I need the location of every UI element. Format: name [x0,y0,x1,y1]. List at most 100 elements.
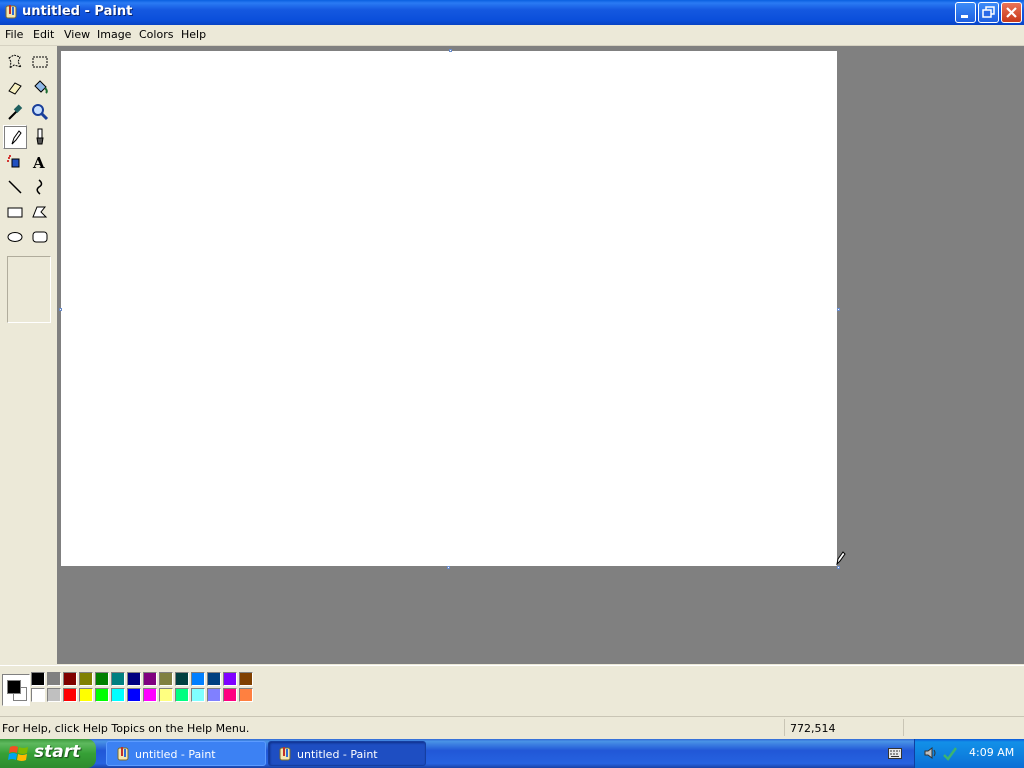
system-tray: 4:09 AM [914,739,1024,768]
menu-edit[interactable]: Edit [33,28,54,41]
tool-pencil[interactable] [3,125,27,149]
taskbar-item-label: untitled - Paint [297,748,378,761]
freeform-select-icon [8,54,23,70]
color-swatch[interactable] [159,688,173,702]
color-swatch[interactable] [79,672,93,686]
color-swatch[interactable] [111,688,125,702]
color-swatch[interactable] [223,672,237,686]
color-swatch[interactable] [63,688,77,702]
color-swatch[interactable] [31,688,45,702]
tool-polygon[interactable] [28,200,52,224]
taskbar-item-paint[interactable]: untitled - Paint [106,741,266,766]
foreground-color [7,680,21,694]
rounded-rect-icon [32,231,48,243]
color-swatch[interactable] [175,688,189,702]
tool-airbrush[interactable] [3,150,27,174]
rectangle-icon [7,207,23,218]
tool-fill-with-color[interactable] [28,75,52,99]
color-swatch[interactable] [143,688,157,702]
color-swatch[interactable] [47,672,61,686]
status-divider [784,719,785,736]
toolbox: A [0,46,56,664]
magnifier-icon [32,104,49,121]
color-swatch[interactable] [207,672,221,686]
tool-text[interactable]: A [28,150,52,174]
pencil-cursor-icon [836,551,846,566]
color-swatch[interactable] [175,672,189,686]
tool-options-box[interactable] [7,256,51,323]
tool-brush[interactable] [28,125,52,149]
tool-rounded-rectangle[interactable] [28,225,52,249]
color-swatch[interactable] [239,688,253,702]
network-icon[interactable] [942,745,958,761]
canvas-resize-handle-corner[interactable] [837,566,840,569]
color-swatch[interactable] [143,672,157,686]
drawing-canvas[interactable] [61,51,837,566]
tool-pick-color[interactable] [3,100,27,124]
canvas-resize-handle-bottom[interactable] [447,566,450,569]
tool-magnifier[interactable] [28,100,52,124]
color-swatch[interactable] [207,688,221,702]
color-swatch[interactable] [79,688,93,702]
tool-select[interactable] [28,50,52,74]
color-swatch[interactable] [111,672,125,686]
tool-eraser[interactable] [3,75,27,99]
menu-image[interactable]: Image [97,28,131,41]
color-swatch[interactable] [127,672,141,686]
restore-icon [982,6,995,18]
eyedropper-icon [8,104,23,120]
restore-button[interactable] [978,2,999,23]
color-swatch[interactable] [31,672,45,686]
fill-bucket-icon [34,80,48,94]
ellipse-icon [7,232,23,242]
tool-rectangle[interactable] [3,200,27,224]
canvas-resize-handle-right[interactable] [837,308,840,311]
color-swatch[interactable] [191,672,205,686]
color-swatch[interactable] [47,688,61,702]
menu-colors[interactable]: Colors [139,28,173,41]
menu-bar: File Edit View Image Colors Help [0,25,1024,46]
color-swatch[interactable] [63,672,77,686]
taskbar: start untitled - Paint untitled - Paint … [0,739,1024,768]
polygon-icon [32,206,48,218]
volume-icon[interactable] [923,745,939,761]
color-swatch[interactable] [239,672,253,686]
color-swatch[interactable] [223,688,237,702]
tool-free-form-select[interactable] [3,50,27,74]
menu-file[interactable]: File [5,28,23,41]
status-divider [903,719,904,736]
menu-view[interactable]: View [64,28,90,41]
status-bar: For Help, click Help Topics on the Help … [0,716,1024,739]
close-button[interactable] [1001,2,1022,23]
tool-curve[interactable] [28,175,52,199]
pencil-icon [11,130,22,145]
tool-ellipse[interactable] [3,225,27,249]
start-button[interactable]: start [0,739,96,768]
minimize-icon [961,15,968,18]
start-label: start [34,742,81,762]
text-icon: A [32,154,45,172]
paint-app-icon [5,5,17,19]
color-swatch[interactable] [191,688,205,702]
line-icon [8,180,22,194]
taskbar-item-paint-active[interactable]: untitled - Paint [268,741,426,766]
title-bar[interactable]: untitled - Paint [0,0,1024,25]
status-coordinates: 772,514 [790,722,836,735]
tool-line[interactable] [3,175,27,199]
curve-icon [36,179,43,195]
current-colors[interactable] [2,674,30,706]
color-swatch[interactable] [159,672,173,686]
svg-text:A: A [32,154,45,172]
color-swatch[interactable] [95,688,109,702]
menu-help[interactable]: Help [181,28,206,41]
keyboard-icon[interactable] [888,748,902,760]
canvas-resize-handle-left [59,308,62,311]
minimize-button[interactable] [955,2,976,23]
paint-app-icon [117,747,129,761]
color-swatch[interactable] [127,688,141,702]
clock[interactable]: 4:09 AM [969,746,1014,759]
color-swatch[interactable] [95,672,109,686]
close-icon [1006,7,1017,18]
paint-app-icon [279,747,291,761]
airbrush-icon [7,155,20,168]
